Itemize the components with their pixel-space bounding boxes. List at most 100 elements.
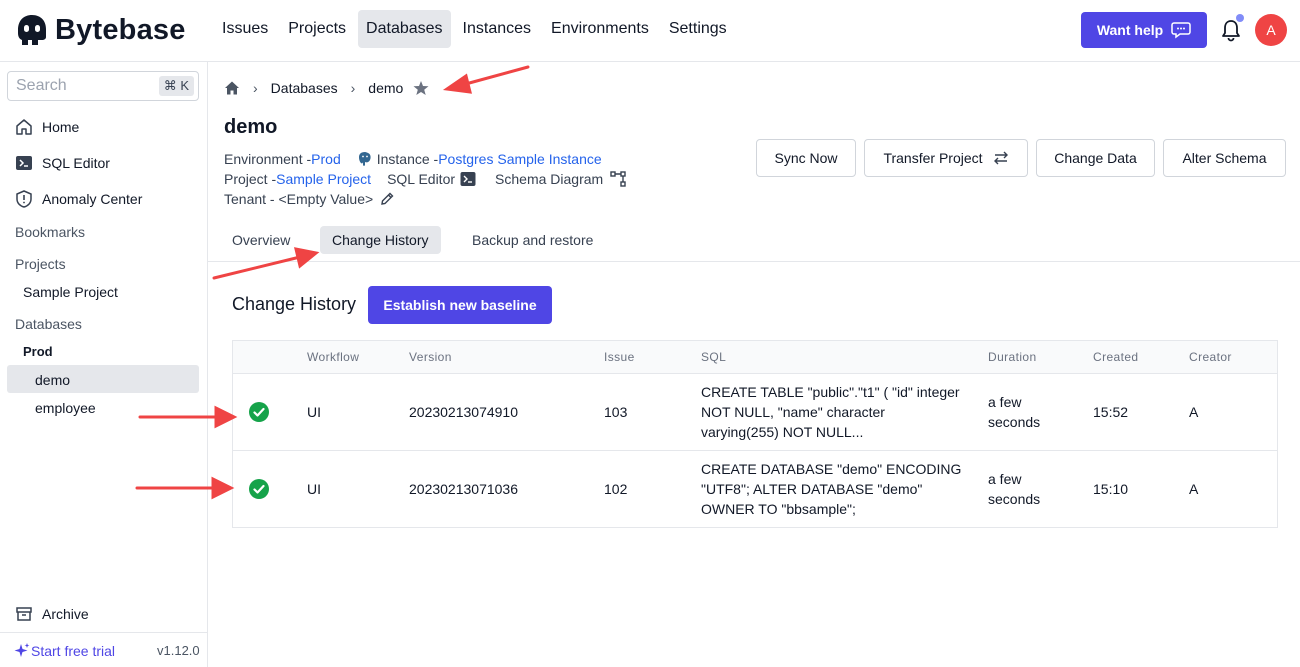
pencil-icon[interactable] <box>379 191 395 207</box>
sidebar-item-home[interactable]: Home <box>15 118 79 136</box>
top-navigation-bar: Bytebase Issues Projects Databases Insta… <box>0 0 1300 62</box>
project-link[interactable]: Sample Project <box>276 171 371 187</box>
duration-line: a few <box>988 394 1022 410</box>
user-avatar[interactable]: A <box>1255 14 1287 46</box>
app-version: v1.12.0 <box>157 643 200 658</box>
schema-diagram-link[interactable]: Schema Diagram <box>495 171 603 187</box>
cell-creator: A <box>1189 404 1199 420</box>
column-header-version: Version <box>409 350 452 364</box>
sidebar-item-archive[interactable]: Archive <box>15 605 89 623</box>
check-circle-icon <box>249 479 269 499</box>
sidebar: ⌘ K Home SQL Editor Anomaly Center Bookm… <box>0 62 208 667</box>
duration-line: seconds <box>988 414 1041 430</box>
sidebar-project-item[interactable]: Sample Project <box>23 284 118 300</box>
nav-environments[interactable]: Environments <box>543 10 657 48</box>
home-icon[interactable] <box>224 80 240 96</box>
search-input[interactable] <box>16 77 146 95</box>
shield-icon <box>16 190 32 208</box>
database-meta-tenant-row: Tenant - <Empty Value> <box>224 191 395 207</box>
tab-overview[interactable]: Overview <box>220 226 302 254</box>
cell-duration: a few seconds <box>988 392 1040 432</box>
nav-issues[interactable]: Issues <box>214 10 276 48</box>
nav-databases[interactable]: Databases <box>358 10 451 48</box>
sync-now-button[interactable]: Sync Now <box>756 139 856 177</box>
cell-issue-link[interactable]: 103 <box>604 402 627 422</box>
instance-link[interactable]: Postgres Sample Instance <box>438 151 601 167</box>
app-name: Bytebase <box>55 13 186 46</box>
search-shortcut: ⌘ K <box>158 76 194 96</box>
project-label: Project - <box>224 171 277 187</box>
transfer-icon <box>993 151 1008 165</box>
breadcrumb: › Databases › demo <box>224 80 429 96</box>
start-free-trial-link[interactable]: Start free trial <box>13 642 115 660</box>
sidebar-bookmarks-heading[interactable]: Bookmarks <box>15 224 85 240</box>
cell-sql: CREATE TABLE "public"."t1" ( "id" intege… <box>701 382 960 442</box>
want-help-button[interactable]: Want help <box>1081 12 1207 48</box>
want-help-label: Want help <box>1096 22 1164 38</box>
nav-settings[interactable]: Settings <box>661 10 735 48</box>
sidebar-item-label: Archive <box>42 606 89 622</box>
column-header-workflow: Workflow <box>307 350 360 364</box>
cell-version: 20230213071036 <box>409 481 519 497</box>
schema-diagram-icon[interactable] <box>610 171 626 187</box>
tab-backup-and-restore[interactable]: Backup and restore <box>460 226 605 254</box>
cell-created: 15:10 <box>1093 481 1129 497</box>
tenant-label: Tenant - <Empty Value> <box>224 191 374 207</box>
sidebar-item-sql-editor[interactable]: SQL Editor <box>15 154 110 172</box>
cell-created: 15:52 <box>1093 404 1129 420</box>
sidebar-database-item-employee[interactable]: employee <box>35 400 96 416</box>
sidebar-item-label: Anomaly Center <box>42 191 143 207</box>
notification-dot <box>1236 14 1244 22</box>
cell-sql: CREATE DATABASE "demo" ENCODING "UTF8"; … <box>701 459 961 519</box>
breadcrumb-current: demo <box>368 80 404 96</box>
cell-workflow: UI <box>307 481 321 497</box>
annotation-arrowhead <box>442 73 472 94</box>
cell-workflow: UI <box>307 404 321 420</box>
section-title: Change History <box>232 294 357 314</box>
chevron-right-icon: › <box>350 80 356 96</box>
transfer-project-button[interactable]: Transfer Project <box>864 139 1028 177</box>
sql-editor-link[interactable]: SQL Editor <box>387 171 455 187</box>
terminal-icon <box>16 156 32 170</box>
environment-label: Environment - <box>224 151 312 167</box>
sidebar-projects-heading[interactable]: Projects <box>15 256 66 272</box>
nav-instances[interactable]: Instances <box>455 10 539 48</box>
breadcrumb-databases[interactable]: Databases <box>271 80 338 96</box>
establish-baseline-button[interactable]: Establish new baseline <box>368 286 552 324</box>
sidebar-item-anomaly-center[interactable]: Anomaly Center <box>15 190 142 208</box>
column-header-issue: Issue <box>604 350 635 364</box>
archive-icon <box>16 607 32 621</box>
annotation-arrow <box>460 65 530 87</box>
sidebar-footer-divider <box>0 632 208 633</box>
column-header-sql: SQL <box>701 350 727 364</box>
tab-change-history[interactable]: Change History <box>320 226 441 254</box>
sidebar-search[interactable]: ⌘ K <box>7 71 199 101</box>
instance-label: Instance - <box>376 151 439 167</box>
duration-line: seconds <box>988 491 1041 507</box>
table-header: Workflow Version Issue SQL Duration Crea… <box>233 341 1277 374</box>
sidebar-item-label: Home <box>42 119 80 135</box>
sidebar-databases-heading[interactable]: Databases <box>15 316 82 332</box>
sync-now-label: Sync Now <box>774 150 838 166</box>
database-meta-environment-row: Environment - Prod Instance - Postgres S… <box>224 151 602 167</box>
sql-line: NOT NULL, "name" character <box>701 404 885 420</box>
column-header-duration: Duration <box>988 350 1037 364</box>
establish-baseline-label: Establish new baseline <box>383 297 537 313</box>
main-nav: Issues Projects Databases Instances Envi… <box>214 10 739 48</box>
change-data-button[interactable]: Change Data <box>1036 139 1155 177</box>
table-row[interactable]: UI 20230213071036 102 CREATE DATABASE "d… <box>233 451 1277 528</box>
nav-projects[interactable]: Projects <box>280 10 354 48</box>
table-row[interactable]: UI 20230213074910 103 CREATE TABLE "publ… <box>233 374 1277 451</box>
alter-schema-label: Alter Schema <box>1182 150 1267 166</box>
terminal-icon[interactable] <box>460 171 476 187</box>
environment-link[interactable]: Prod <box>311 151 341 167</box>
sidebar-item-label: SQL Editor <box>42 155 110 171</box>
bytebase-logo[interactable]: Bytebase <box>14 12 186 48</box>
chevron-right-icon: › <box>253 80 258 96</box>
alter-schema-button[interactable]: Alter Schema <box>1163 139 1286 177</box>
cell-creator: A <box>1189 481 1199 497</box>
cell-issue-link[interactable]: 102 <box>604 479 627 499</box>
sidebar-database-item-demo[interactable]: demo <box>35 372 70 388</box>
star-icon[interactable] <box>413 80 429 96</box>
sql-line: "UTF8"; ALTER DATABASE "demo" <box>701 481 923 497</box>
